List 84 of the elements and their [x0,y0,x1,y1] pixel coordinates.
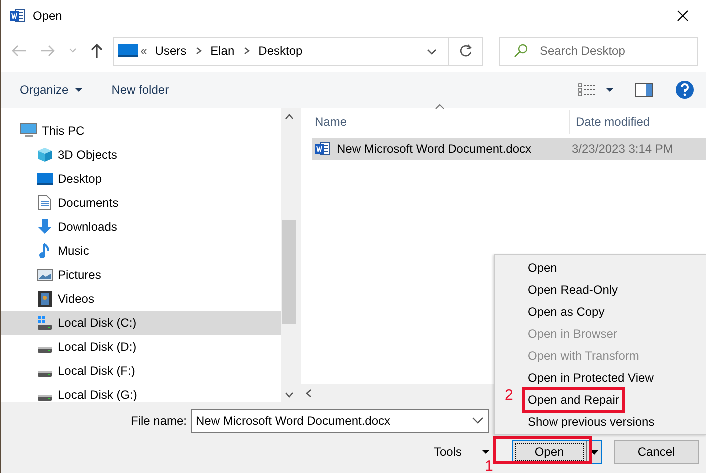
drive-icon [37,371,53,378]
file-name: New Microsoft Word Document.docx [337,142,532,156]
caret-icon[interactable] [590,450,599,454]
tree-item[interactable]: Local Disk (C:) [1,311,281,335]
column-header[interactable]: Date modified [569,110,706,134]
tree-item[interactable]: Local Disk (D:) [1,335,281,359]
chevron-icon [242,47,251,55]
menu-item[interactable]: Open [528,257,706,279]
breadcrumb-overflow[interactable]: « [140,44,148,58]
file-name-label: File name: [130,414,188,428]
scroll-down-icon[interactable] [284,392,294,398]
tree-item-label: This PC [42,124,85,138]
music-note-icon [39,243,51,259]
tree-item-label: Documents [58,196,119,210]
date-modified: 3/23/2023 3:14 PM [572,142,674,156]
new-folder-button[interactable]: New folder [112,83,170,97]
tree-item-label: Downloads [58,220,118,234]
refresh-icon[interactable] [458,44,472,58]
caret-icon [482,450,490,454]
tree-item[interactable]: Local Disk (G:) [1,383,281,402]
view-options-icon[interactable] [578,83,596,97]
menu-item[interactable]: Open and Repair [528,389,706,411]
cancel-button[interactable]: Cancel [614,440,700,464]
step-number: 2 [505,389,514,403]
sort-caret-icon [435,104,445,110]
scrollbar-thumb[interactable] [282,220,296,324]
tree-item[interactable]: Desktop [1,167,281,191]
scroll-left-icon[interactable] [306,388,312,398]
download-icon [37,219,53,235]
cube-icon [37,147,53,163]
step-number: 1 [485,460,494,473]
tree-item[interactable]: Downloads [1,215,281,239]
file-row[interactable]: New Microsoft Word Document.docx 3/23/2023 3:14 PM [312,138,706,160]
caret-icon[interactable] [606,88,614,92]
breadcrumb-item[interactable]: Desktop [258,44,303,58]
file-name-combobox[interactable]: New Microsoft Word Document.docx [191,409,489,433]
document-icon [38,195,52,211]
tree-item-label: Local Disk (G:) [58,388,138,402]
search-box[interactable]: Search Desktop [499,36,698,66]
tree-item-label: 3D Objects [58,148,118,162]
breadcrumb-item[interactable]: Elan [210,44,235,58]
tree-item-label: Local Disk (C:) [58,316,137,330]
tools-menu[interactable]: Tools [433,445,494,459]
search-icon [514,44,528,58]
tree-item-label: Music [58,244,90,258]
preview-pane-icon[interactable] [635,83,653,97]
tree-item[interactable]: Videos [1,287,281,311]
tree-item[interactable]: This PC [1,119,281,143]
app-icon [10,9,26,23]
menu-item[interactable]: Show previous versions [528,411,706,433]
tree-item[interactable]: Local Disk (F:) [1,359,281,383]
scroll-up-icon[interactable] [284,114,294,120]
picture-icon [37,268,53,282]
drive-icon [37,347,53,354]
menu-item[interactable]: Open in Protected View [528,367,706,389]
tree-item-label: Videos [58,292,94,306]
menu-item[interactable]: Open as Copy [528,301,706,323]
search-field[interactable]: Search Desktop [538,43,697,59]
desktop-icon [37,172,53,186]
window-title: Open [33,9,64,23]
breadcrumb-item[interactable]: Users [155,44,187,58]
desktop-icon [116,43,139,59]
tree-item[interactable]: Pictures [1,263,281,287]
chevron-icon [194,47,203,55]
computer-icon [20,123,38,139]
organize-menu[interactable]: Organize [20,83,83,97]
help-icon[interactable] [675,80,695,100]
column-header[interactable]: Name [301,115,569,129]
tree-item[interactable]: 3D Objects [1,143,281,167]
tree-item-label: Pictures [58,268,102,282]
document-icon [315,142,331,156]
tree-item-label: Local Disk (F:) [58,364,136,378]
tree-item-label: Local Disk (D:) [58,340,137,354]
film-icon [38,291,52,307]
address-bar[interactable]: « Users Elan Desktop [112,36,483,66]
drive-icon [37,315,53,331]
tree-item[interactable]: Documents [1,191,281,215]
menu-item[interactable]: Open Read-Only [528,279,706,301]
file-name-field[interactable]: New Microsoft Word Document.docx [196,414,468,428]
caret-icon [74,88,83,92]
tree-item[interactable]: Music [1,239,281,263]
tree-item-label: Desktop [58,172,102,186]
drive-icon [37,395,53,402]
up-arrow-icon[interactable] [90,43,104,59]
